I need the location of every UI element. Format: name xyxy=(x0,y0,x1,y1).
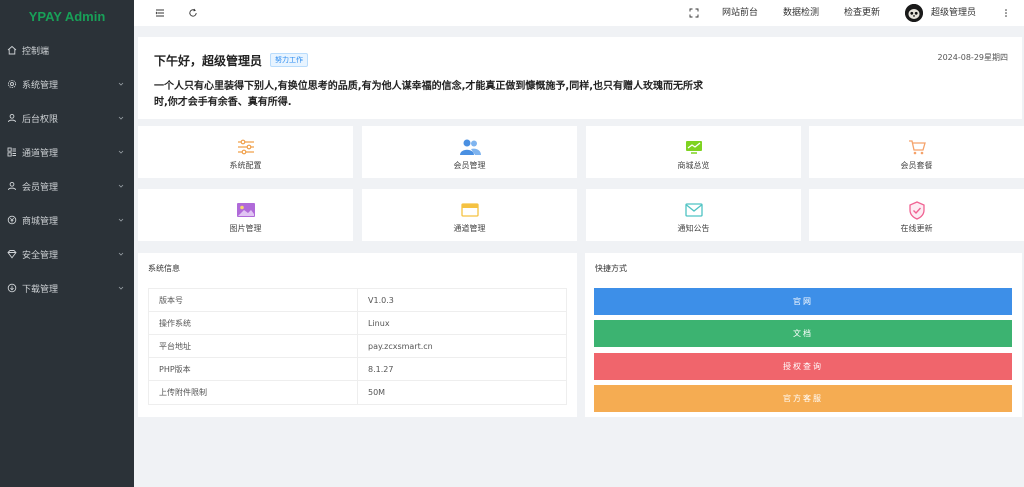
sliders-icon xyxy=(138,137,353,157)
users-icon xyxy=(362,137,577,157)
support-button[interactable]: 官方客服 xyxy=(594,385,1012,412)
sidebar-item-label: 安全管理 xyxy=(22,250,59,261)
chevron-down-icon xyxy=(118,150,124,154)
tile-notice[interactable]: 通知公告 xyxy=(586,189,801,241)
sidebar-item-label: 商城管理 xyxy=(22,216,59,227)
row-key: 上传附件限制 xyxy=(149,381,358,404)
row-value: 8.1.27 xyxy=(368,365,394,374)
official-site-button[interactable]: 官网 xyxy=(594,288,1012,315)
sidebar-item-label: 下载管理 xyxy=(22,284,59,295)
data-check-link[interactable]: 数据检测 xyxy=(783,0,819,26)
top-bar: 网站前台 数据检测 检查更新 超级管理员 xyxy=(134,0,1024,26)
sidebar-item-label: 系统管理 xyxy=(22,80,59,91)
table-row: 版本号 V1.0.3 xyxy=(149,289,566,312)
sidebar-item-label: 控制端 xyxy=(22,46,50,57)
quote-text: 一个人只有心里装得下别人,有换位思考的品质,有为他人谋幸福的信念,才能真正做到慷… xyxy=(154,81,703,108)
license-query-button[interactable]: 授权查询 xyxy=(594,353,1012,380)
table-row: 平台地址 pay.zcxsmart.cn xyxy=(149,335,566,358)
chevron-down-icon xyxy=(118,116,124,120)
chevron-down-icon xyxy=(118,82,124,86)
chart-icon xyxy=(586,137,801,157)
status-badge: 努力工作 xyxy=(270,53,308,67)
tile-member-package[interactable]: 会员套餐 xyxy=(809,126,1024,178)
download-icon xyxy=(6,283,17,294)
tile-label: 通道管理 xyxy=(453,224,486,233)
tile-label: 图片管理 xyxy=(229,224,262,233)
avatar[interactable] xyxy=(905,4,923,22)
tile-image-management[interactable]: 图片管理 xyxy=(138,189,353,241)
diamond-icon xyxy=(6,249,17,260)
tile-label: 通知公告 xyxy=(677,224,710,233)
chevron-down-icon xyxy=(118,286,124,290)
check-update-link[interactable]: 检查更新 xyxy=(844,0,880,26)
username-label[interactable]: 超级管理员 xyxy=(931,0,976,26)
sidebar-item-label: 通道管理 xyxy=(22,148,59,159)
date-text: 2024-08-29星期四 xyxy=(937,53,1009,62)
greeting-text: 下午好，超级管理员 xyxy=(154,54,263,68)
sidebar-item-label: 会员管理 xyxy=(22,182,59,193)
row-key: 操作系统 xyxy=(149,312,358,334)
tile-system-config[interactable]: 系统配置 xyxy=(138,126,353,178)
row-key: 版本号 xyxy=(149,289,358,311)
tile-online-update[interactable]: 在线更新 xyxy=(809,189,1024,241)
sidebar-item-label: 后台权限 xyxy=(22,114,59,125)
sidebar-item-downloads[interactable]: 下载管理 xyxy=(0,271,134,305)
sidebar-item-admin-permissions[interactable]: 后台权限 xyxy=(0,101,134,135)
system-info-table: 版本号 V1.0.3 操作系统 Linux 平台地址 pay.zcxsmart.… xyxy=(148,288,567,405)
docs-button[interactable]: 文档 xyxy=(594,320,1012,347)
window-icon xyxy=(362,200,577,220)
row-value: V1.0.3 xyxy=(368,296,394,305)
tile-member-management[interactable]: 会员管理 xyxy=(362,126,577,178)
sidebar-item-security[interactable]: 安全管理 xyxy=(0,237,134,271)
fullscreen-icon[interactable] xyxy=(687,6,701,20)
panel-title: 快捷方式 xyxy=(595,264,627,273)
image-icon xyxy=(138,200,353,220)
row-value: pay.zcxsmart.cn xyxy=(368,342,433,351)
system-info-panel: 系统信息 版本号 V1.0.3 操作系统 Linux 平台地址 pay.zcxs… xyxy=(138,253,577,417)
sidebar-item-members[interactable]: 会员管理 xyxy=(0,169,134,203)
tile-label: 会员套餐 xyxy=(900,161,933,170)
menu-toggle-icon[interactable] xyxy=(153,6,167,20)
more-vertical-icon[interactable] xyxy=(999,6,1013,20)
tile-label: 会员管理 xyxy=(453,161,486,170)
table-row: PHP版本 8.1.27 xyxy=(149,358,566,381)
chevron-down-icon xyxy=(118,252,124,256)
tile-shop-overview[interactable]: 商城总览 xyxy=(586,126,801,178)
welcome-card: 下午好，超级管理员 努力工作 2024-08-29星期四 一个人只有心里装得下别… xyxy=(138,37,1022,119)
tile-label: 系统配置 xyxy=(229,161,262,170)
user-icon xyxy=(6,113,17,124)
tile-label: 在线更新 xyxy=(900,224,933,233)
tile-label: 商城总览 xyxy=(677,161,710,170)
row-value: 50M xyxy=(368,388,386,397)
sidebar: YPAY Admin 控制端 系统管理 后台权限 通道管理 会员管理 商城管理 … xyxy=(0,0,134,487)
row-key: 平台地址 xyxy=(149,335,358,357)
app-logo[interactable]: YPAY Admin xyxy=(0,0,134,33)
channel-icon xyxy=(6,147,17,158)
refresh-icon[interactable] xyxy=(186,6,200,20)
mail-icon xyxy=(586,200,801,220)
shop-icon xyxy=(6,215,17,226)
chevron-down-icon xyxy=(118,218,124,222)
cart-icon xyxy=(809,137,1024,157)
user-icon xyxy=(6,181,17,192)
panel-title: 系统信息 xyxy=(148,264,180,273)
sidebar-item-channels[interactable]: 通道管理 xyxy=(0,135,134,169)
chevron-down-icon xyxy=(118,184,124,188)
sidebar-item-system[interactable]: 系统管理 xyxy=(0,67,134,101)
tile-channel-management[interactable]: 通道管理 xyxy=(362,189,577,241)
sidebar-item-dashboard[interactable]: 控制端 xyxy=(0,33,134,67)
home-icon xyxy=(6,45,17,56)
table-row: 操作系统 Linux xyxy=(149,312,566,335)
row-value: Linux xyxy=(368,319,390,328)
shield-check-icon xyxy=(809,200,1024,220)
site-frontend-link[interactable]: 网站前台 xyxy=(722,0,758,26)
sidebar-item-shop[interactable]: 商城管理 xyxy=(0,203,134,237)
row-key: PHP版本 xyxy=(149,358,358,380)
gear-icon xyxy=(6,79,17,90)
table-row: 上传附件限制 50M xyxy=(149,381,566,404)
shortcuts-panel: 快捷方式 官网 文档 授权查询 官方客服 xyxy=(585,253,1022,417)
